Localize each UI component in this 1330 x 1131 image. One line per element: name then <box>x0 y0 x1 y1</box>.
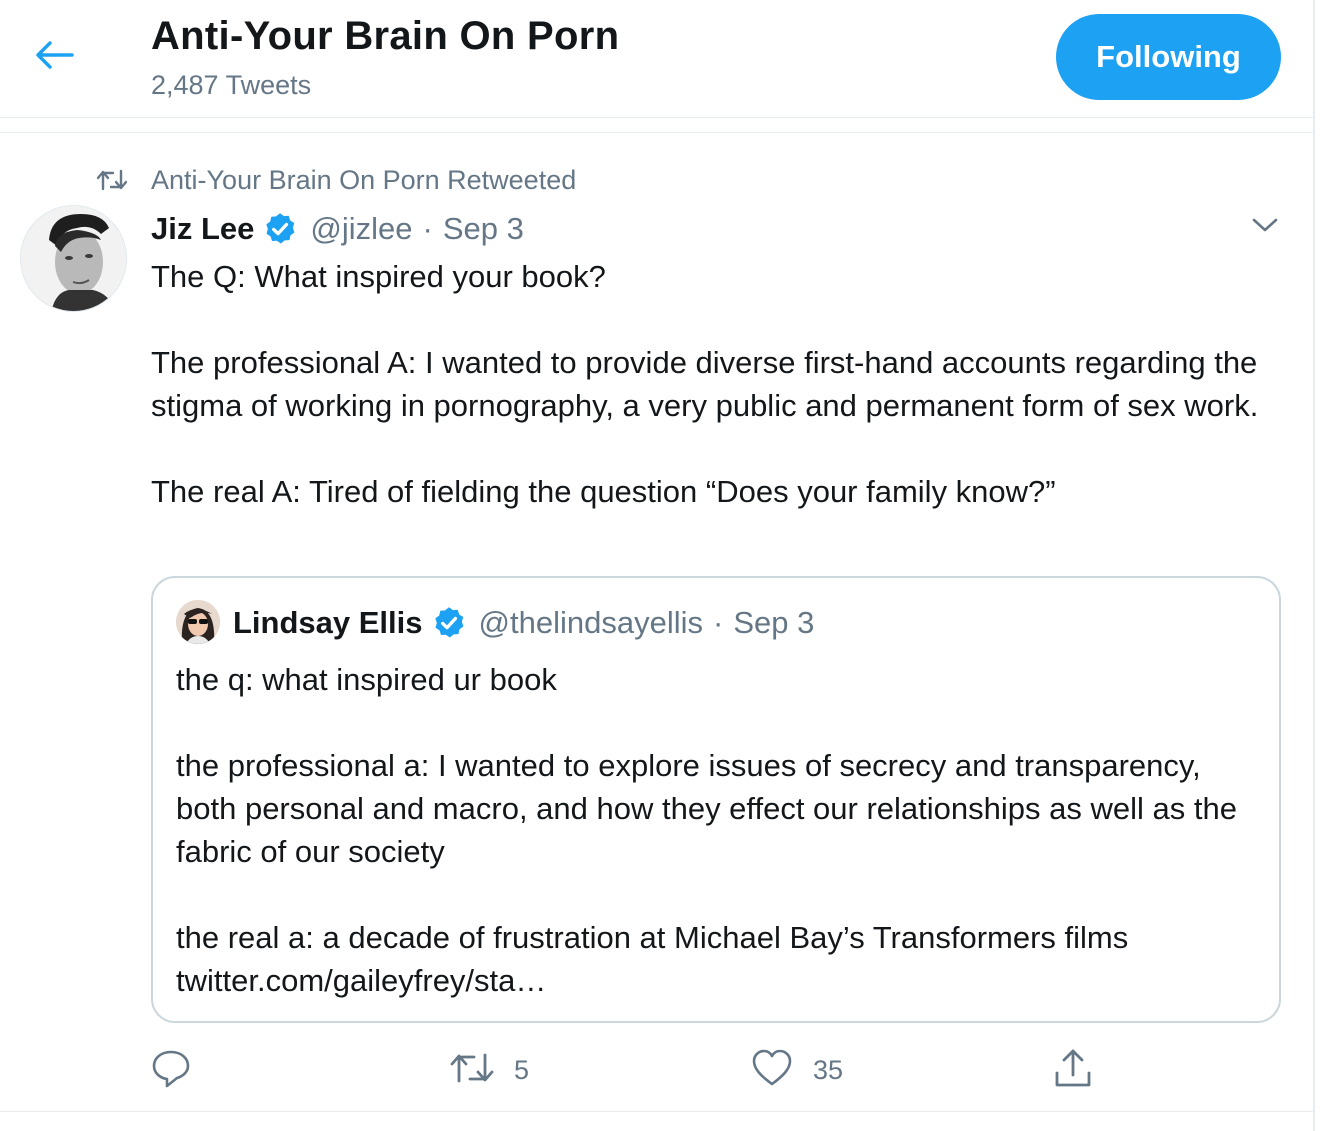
divider <box>0 1111 1313 1112</box>
tweet-count: 2,487 Tweets <box>151 70 312 100</box>
tweet-paragraph: The Q: What inspired your book? <box>151 259 606 294</box>
tweet-date[interactable]: Sep 3 <box>443 211 524 247</box>
reply-button[interactable] <box>151 1045 211 1095</box>
following-button[interactable]: Following <box>1056 14 1281 100</box>
heart-icon <box>751 1049 793 1092</box>
retweeted-by-label[interactable]: Anti-Your Brain On Porn Retweeted <box>151 165 576 196</box>
verified-badge-icon <box>431 605 467 641</box>
reply-icon <box>151 1048 191 1093</box>
retweet-icon <box>450 1051 494 1090</box>
like-count: 35 <box>813 1054 844 1085</box>
tweet-paragraph: The real A: Tired of fielding the questi… <box>151 474 1056 509</box>
profile-name: Anti-Your Brain On Porn <box>151 14 620 58</box>
author-handle[interactable]: @jizlee <box>310 211 412 247</box>
chevron-down-icon <box>1251 216 1279 239</box>
quoted-paragraph: the q: what inspired ur book <box>176 662 557 697</box>
avatar[interactable] <box>20 205 127 312</box>
more-options-button[interactable] <box>1248 210 1282 244</box>
quoted-author-name: Lindsay Ellis <box>233 605 423 640</box>
tweet-header: Jiz Lee @jizlee · Sep 3 <box>151 208 524 250</box>
back-button[interactable] <box>30 36 78 78</box>
verified-badge-icon <box>262 211 298 247</box>
tweet-paragraph: The professional A: I wanted to provide … <box>151 345 1259 423</box>
quoted-tweet[interactable]: Lindsay Ellis @thelindsayellis · Sep 3 t… <box>151 576 1281 1023</box>
quoted-tweet-header: Lindsay Ellis @thelindsayellis · Sep 3 <box>233 602 814 644</box>
retweet-context: Anti-Your Brain On Porn Retweeted <box>96 162 576 198</box>
arrow-left-icon <box>34 40 74 75</box>
retweet-button[interactable]: 5 <box>450 1045 529 1095</box>
like-button[interactable]: 35 <box>751 1045 843 1095</box>
quoted-paragraph: the professional a: I wanted to explore … <box>176 748 1237 869</box>
separator-dot: · <box>422 211 433 246</box>
column-divider <box>1313 0 1315 1131</box>
quoted-author-handle: @thelindsayellis <box>478 605 703 640</box>
share-button[interactable] <box>1053 1045 1093 1095</box>
quoted-avatar[interactable] <box>176 600 220 644</box>
author-name[interactable]: Jiz Lee <box>151 211 254 247</box>
separator-dot: · <box>712 605 724 640</box>
quoted-paragraph: the real a: a decade of frustration at M… <box>176 920 1129 998</box>
quoted-tweet-text: the q: what inspired ur book the profess… <box>176 658 1266 1002</box>
share-icon <box>1053 1047 1093 1094</box>
profile-header: Anti-Your Brain On Porn 2,487 Tweets Fol… <box>0 0 1313 118</box>
retweet-count: 5 <box>514 1054 530 1085</box>
tweet-actions: 5 35 <box>151 1045 1281 1095</box>
tweet-text: The Q: What inspired your book? The prof… <box>151 255 1271 556</box>
quoted-tweet-date: Sep 3 <box>733 605 815 640</box>
retweet-icon <box>96 162 132 198</box>
divider <box>0 132 1313 133</box>
